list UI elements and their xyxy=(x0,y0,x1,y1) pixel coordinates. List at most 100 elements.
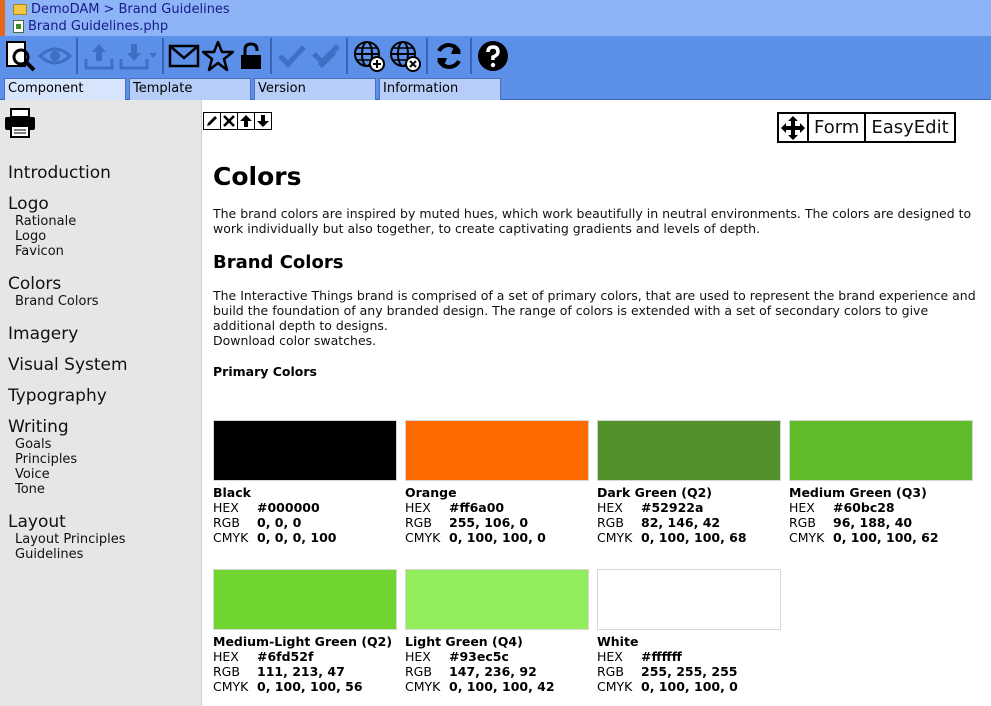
download-icon[interactable] xyxy=(117,38,159,74)
swatch-rgb-value: 255, 106, 0 xyxy=(449,515,529,530)
swatch-rgb-label: RGB xyxy=(405,515,432,530)
swatch-hex-label: HEX xyxy=(597,500,623,515)
swatch-hex-value: #ffffff xyxy=(641,649,682,664)
breadcrumb-separator: > xyxy=(103,2,115,17)
eye-icon[interactable] xyxy=(37,38,73,74)
toolbar-separator xyxy=(162,38,164,74)
tab-version[interactable]: Version xyxy=(254,78,376,100)
form-button[interactable]: Form xyxy=(809,114,864,141)
swatch-rgb-value: 255, 255, 255 xyxy=(641,664,738,679)
php-file-icon xyxy=(13,20,24,33)
sidebar-item-colors[interactable]: Colors xyxy=(8,274,61,294)
swatch-hex-label: HEX xyxy=(405,500,431,515)
breadcrumb-path: DemoDAM > Brand Guidelines xyxy=(13,2,230,17)
tab-template[interactable]: Template xyxy=(129,78,251,100)
globe-add-icon[interactable] xyxy=(351,38,387,74)
help-icon[interactable] xyxy=(475,38,511,74)
swatch-cmyk-row: CMYK 0, 100, 100, 0 xyxy=(597,679,781,694)
toolbar-separator xyxy=(346,38,348,74)
sidebar-subitem-layout-principles[interactable]: Layout Principles xyxy=(15,532,126,547)
sidebar-subitem-brand-colors[interactable]: Brand Colors xyxy=(15,294,99,309)
star-icon[interactable] xyxy=(201,38,235,74)
swatch-cmyk-label: CMYK xyxy=(597,679,633,694)
easyedit-button[interactable]: EasyEdit xyxy=(864,114,953,141)
lock-icon[interactable] xyxy=(235,38,267,74)
sidebar-item-introduction[interactable]: Introduction xyxy=(8,163,111,183)
swatch-hex-label: HEX xyxy=(405,649,431,664)
check-all-icon[interactable] xyxy=(309,38,343,74)
edit-tools xyxy=(203,112,272,130)
sidebar-subitem-voice[interactable]: Voice xyxy=(15,467,50,482)
sidebar-item-typography[interactable]: Typography xyxy=(8,386,107,406)
swatch-rgb-label: RGB xyxy=(213,664,240,679)
swatch-hex-label: HEX xyxy=(213,649,239,664)
sidebar-subitem-tone[interactable]: Tone xyxy=(15,482,45,497)
color-swatch: Dark Green (Q2) HEX #52922a RGB 82, 146, 42 C… xyxy=(597,420,781,545)
download-swatches-link[interactable]: Download color swatches. xyxy=(213,333,985,348)
delete-icon[interactable] xyxy=(220,112,238,130)
printer-icon[interactable] xyxy=(4,108,36,142)
breadcrumb-file-name[interactable]: Brand Guidelines.php xyxy=(28,19,168,34)
swatch-cmyk-label: CMYK xyxy=(213,530,249,545)
swatch-rgb-value: 111, 213, 47 xyxy=(257,664,345,679)
move-arrows-icon[interactable] xyxy=(779,114,809,141)
color-chip xyxy=(213,420,397,481)
intro-text: The brand colors are inspired by muted h… xyxy=(213,206,972,236)
refresh-icon[interactable] xyxy=(431,38,467,74)
sidebar-item-writing[interactable]: Writing xyxy=(8,417,69,437)
swatch-rgb-value: 82, 146, 42 xyxy=(641,515,721,530)
sidebar-subitem-principles[interactable]: Principles xyxy=(15,452,77,467)
swatch-cmyk-row: CMYK 0, 100, 100, 68 xyxy=(597,530,781,545)
sidebar: Introduction Logo Rationale Logo Favicon… xyxy=(0,100,202,706)
globe-remove-icon[interactable] xyxy=(387,38,423,74)
swatch-hex-value: #ff6a00 xyxy=(449,500,505,515)
sidebar-subitem-favicon[interactable]: Favicon xyxy=(15,244,64,259)
sidebar-subitem-goals[interactable]: Goals xyxy=(15,437,51,452)
pencil-icon[interactable] xyxy=(203,112,221,130)
sidebar-subitem-guidelines[interactable]: Guidelines xyxy=(15,547,83,562)
swatch-cmyk-row: CMYK 0, 100, 100, 0 xyxy=(405,530,589,545)
swatch-cmyk-value: 0, 100, 100, 68 xyxy=(641,530,747,545)
sidebar-item-imagery[interactable]: Imagery xyxy=(8,324,78,344)
primary-colors-heading: Primary Colors xyxy=(213,364,317,379)
swatch-cmyk-label: CMYK xyxy=(405,530,441,545)
preview-icon[interactable] xyxy=(3,38,37,74)
folder-icon xyxy=(13,4,27,15)
swatch-cmyk-label: CMYK xyxy=(597,530,633,545)
swatch-name: Dark Green (Q2) xyxy=(597,485,713,500)
swatch-cmyk-value: 0, 100, 100, 42 xyxy=(449,679,555,694)
tab-component[interactable]: Component xyxy=(4,78,126,100)
breadcrumb-section[interactable]: Brand Guidelines xyxy=(118,2,229,17)
swatch-hex-value: #93ec5c xyxy=(449,649,509,664)
email-icon[interactable] xyxy=(167,38,201,74)
color-chip xyxy=(789,420,973,481)
move-up-icon[interactable] xyxy=(237,112,255,130)
swatch-rgb-label: RGB xyxy=(597,664,624,679)
swatch-hex-label: HEX xyxy=(213,500,239,515)
swatch-hex-value: #6fd52f xyxy=(257,649,314,664)
breadcrumb: DemoDAM > Brand Guidelines Brand Guideli… xyxy=(0,0,991,36)
swatch-name: Black xyxy=(213,485,251,500)
color-chip xyxy=(213,569,397,630)
toolbar xyxy=(0,36,991,76)
toolbar-separator xyxy=(470,38,472,74)
sidebar-item-logo[interactable]: Logo xyxy=(8,194,49,214)
swatch-cmyk-value: 0, 0, 0, 100 xyxy=(257,530,337,545)
main-content: Form EasyEdit Colors The brand colors ar… xyxy=(203,100,991,706)
breadcrumb-app[interactable]: DemoDAM xyxy=(31,2,100,17)
swatch-rgb-label: RGB xyxy=(597,515,624,530)
sidebar-item-visual-system[interactable]: Visual System xyxy=(8,355,128,375)
swatch-hex-row: HEX #52922a xyxy=(597,500,781,515)
swatch-rgb-value: 0, 0, 0 xyxy=(257,515,302,530)
upload-icon[interactable] xyxy=(81,38,117,74)
tab-information[interactable]: Information xyxy=(379,78,501,100)
move-down-icon[interactable] xyxy=(254,112,272,130)
sidebar-subitem-logo[interactable]: Logo xyxy=(15,229,46,244)
sidebar-subitem-rationale[interactable]: Rationale xyxy=(15,214,76,229)
swatch-hex-row: HEX #000000 xyxy=(213,500,397,515)
swatch-cmyk-row: CMYK 0, 100, 100, 62 xyxy=(789,530,973,545)
swatch-name: Medium-Light Green (Q2) xyxy=(213,634,393,649)
color-swatch: Medium-Light Green (Q2) HEX #6fd52f RGB 111,… xyxy=(213,569,397,694)
check-icon[interactable] xyxy=(275,38,309,74)
sidebar-item-layout[interactable]: Layout xyxy=(8,512,66,532)
